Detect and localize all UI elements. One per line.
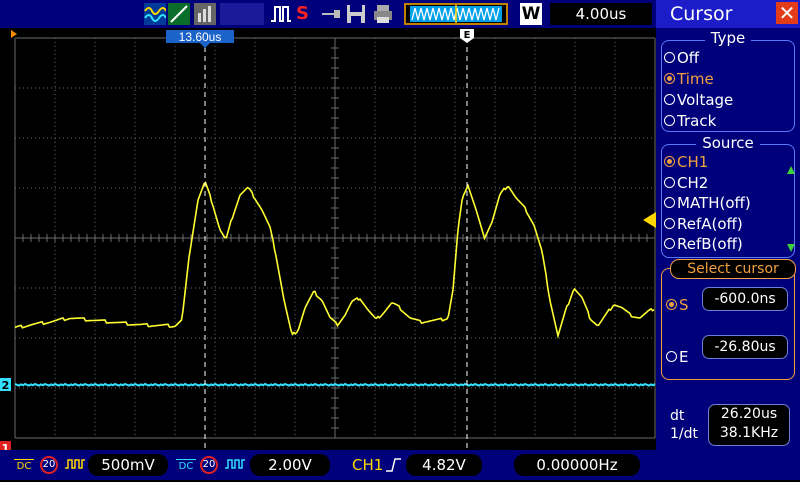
delta-readout: 26.20us 38.1KHz (708, 404, 790, 446)
cursor-b-marker: E (460, 29, 474, 43)
ch2-coupling: DC (176, 454, 196, 476)
svg-text:13.60us: 13.60us (179, 30, 222, 44)
menu-title: Cursor (670, 3, 733, 25)
radio-icon (664, 238, 675, 249)
source-option-label: MATH(off) (677, 194, 751, 212)
vector-mode-icon[interactable] (168, 3, 190, 25)
select-cursor-label: Select cursor (670, 259, 796, 279)
memory-window-icon[interactable] (404, 3, 508, 25)
type-option-time[interactable]: Time (664, 70, 714, 88)
inv-dt-label: 1/dt (670, 426, 698, 442)
svg-text:E: E (464, 30, 471, 41)
type-option-label: Voltage (677, 91, 734, 109)
graticule (14, 37, 656, 439)
persistence-icon[interactable] (194, 3, 216, 25)
ch2-ground-marker: 2 (0, 378, 11, 392)
source-option-ch1[interactable]: CH1 (664, 153, 708, 171)
svg-text:1: 1 (2, 442, 10, 450)
ch1-coupling: DC (14, 454, 34, 476)
rising-edge-icon (384, 454, 402, 476)
ch1-bw-limit: 20 (40, 456, 58, 474)
print-icon[interactable] (372, 3, 394, 25)
ch1-ground-marker: 1 (0, 441, 11, 450)
save-icon[interactable] (346, 3, 366, 25)
radio-icon (664, 73, 675, 84)
type-group-label: Type (704, 29, 752, 47)
radio-icon (664, 52, 675, 63)
run-icon[interactable] (270, 3, 292, 25)
type-option-track[interactable]: Track (664, 112, 716, 130)
stop-indicator: S (296, 3, 309, 24)
type-option-label: Track (677, 112, 717, 130)
ch1-volts-div[interactable]: 500mV (88, 454, 168, 476)
radio-icon (664, 197, 675, 208)
trigger-source: CH1 (352, 456, 384, 474)
cursor-menu-panel: Cursor ✕ Type Source Off Time Voltage Track… (656, 0, 800, 450)
dt-label: dt (670, 408, 685, 424)
type-option-label: Off (677, 49, 700, 67)
radio-icon (664, 176, 675, 188)
cursor-e-value[interactable]: -26.80us (702, 335, 788, 359)
dt-value: 26.20us (720, 406, 778, 422)
inv-dt-value: 38.1KHz (719, 425, 779, 441)
radio-icon (664, 115, 675, 126)
usb-icon (320, 3, 342, 25)
scroll-down-icon[interactable] (787, 244, 795, 252)
source-group-label: Source (696, 134, 760, 152)
radio-icon (664, 217, 675, 229)
source-option-label: RefA(off) (677, 214, 743, 233)
cursor-a-readout: 13.60us (166, 30, 234, 48)
source-option-label: RefB(off) (677, 235, 743, 253)
trigger-level-marker (643, 212, 656, 228)
ch2-bw-limit: 20 (200, 456, 218, 474)
source-option-label: CH2 (677, 173, 709, 192)
type-option-voltage[interactable]: Voltage (664, 91, 733, 109)
source-option-ch2[interactable]: CH2 (664, 174, 708, 192)
frequency-counter: 0.00000Hz (514, 454, 640, 476)
source-option-refb-off[interactable]: RefB(off) (664, 235, 743, 253)
radio-icon (664, 156, 675, 167)
top-status-bar: S W 4.00us (0, 0, 656, 28)
timebase-readout[interactable]: 4.00us (550, 3, 652, 25)
cursor-s-option[interactable]: S (666, 296, 689, 314)
channel-status-bar: DC 20 500mV DC 20 2.00V CH1 4.82V 0.0000… (0, 450, 800, 480)
menu-title-bar: Cursor ✕ (656, 0, 800, 28)
ch2-volts-div[interactable]: 2.00V (250, 454, 330, 476)
wave-icon[interactable] (144, 3, 167, 25)
source-option-label: CH1 (677, 153, 709, 171)
radio-icon (664, 94, 675, 105)
waveform-display[interactable]: 13.60us E 2 1 (0, 28, 656, 450)
source-option-refa-off[interactable]: RefA(off) (664, 215, 743, 233)
type-option-label: Time (677, 70, 714, 88)
cursor-s-value[interactable]: -600.0ns (702, 287, 788, 311)
trigger-level[interactable]: 4.82V (406, 454, 482, 476)
ch2-invert-icon (224, 454, 246, 476)
type-option-off[interactable]: Off (664, 49, 699, 67)
window-indicator: W (520, 3, 542, 25)
trigger-position-marker (11, 30, 17, 38)
ch1-invert-icon (64, 454, 86, 476)
svg-text:2: 2 (2, 379, 10, 392)
cursor-e-option[interactable]: E (666, 348, 688, 366)
status-blank (220, 3, 264, 25)
close-icon[interactable]: ✕ (776, 2, 798, 24)
scroll-up-icon[interactable] (787, 166, 795, 174)
source-option-math-off[interactable]: MATH(off) (664, 194, 751, 212)
